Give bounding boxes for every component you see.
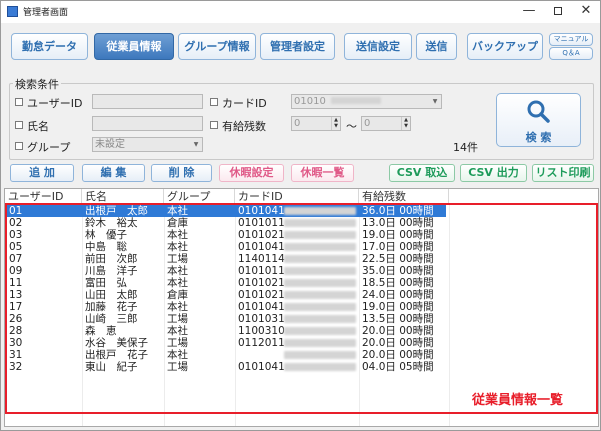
tab-group-info[interactable]: グループ情報: [178, 33, 256, 60]
holiday-list-button[interactable]: 休暇一覧: [291, 164, 354, 182]
column-header-group[interactable]: グループ: [164, 189, 235, 204]
csv-import-button[interactable]: CSV 取込: [389, 164, 455, 182]
manual-link[interactable]: マニュアル: [549, 33, 593, 46]
column-header-card-id[interactable]: カードID: [235, 189, 359, 204]
delete-button[interactable]: 削 除: [151, 164, 212, 182]
list-print-button[interactable]: リスト印刷: [532, 164, 594, 182]
search-button[interactable]: 検 索: [496, 93, 581, 147]
card-id-checkbox[interactable]: [210, 98, 218, 106]
card-id-value: 01010: [294, 96, 326, 107]
group-checkbox[interactable]: [15, 142, 23, 150]
employee-list-annotation: 従業員情報一覧: [472, 393, 564, 408]
title-bar: 管理者画面 — ✕: [1, 1, 600, 23]
add-button[interactable]: 追 加: [10, 164, 74, 182]
edit-button[interactable]: 編 集: [82, 164, 145, 182]
maximize-icon: [554, 7, 562, 15]
group-select[interactable]: 未設定 ▼: [92, 137, 203, 152]
range-separator: ～: [346, 120, 357, 133]
result-count: 14件: [453, 141, 478, 154]
maximize-button[interactable]: [544, 1, 572, 23]
paid-leave-to-value: 0: [364, 118, 371, 129]
tab-send-settings[interactable]: 送信設定: [344, 33, 412, 60]
search-conditions-title: 検索条件: [13, 76, 61, 92]
chevron-down-icon: ▼: [193, 141, 199, 148]
close-button[interactable]: ✕: [572, 1, 600, 23]
name-field[interactable]: [92, 116, 203, 131]
magnifier-icon: [527, 100, 550, 123]
card-id-label: カードID: [222, 97, 267, 110]
name-checkbox[interactable]: [15, 121, 23, 129]
employee-list-highlight: [5, 203, 598, 414]
holiday-setting-button[interactable]: 休暇設定: [219, 164, 284, 182]
paid-leave-to-stepper[interactable]: 0 ▲ ▼: [361, 116, 411, 131]
csv-export-button[interactable]: CSV 出力: [460, 164, 527, 182]
table-header: ユーザーID 氏名 グループ カードID 有給残数: [5, 189, 598, 204]
tab-backup[interactable]: バックアップ: [467, 33, 543, 60]
admin-window: 管理者画面 — ✕ 勤怠データ 従業員情報 グループ情報 管理者設定 送信設定 …: [0, 0, 601, 431]
card-id-select[interactable]: 01010 ▼: [291, 94, 442, 109]
user-id-field[interactable]: [92, 94, 203, 109]
column-header-name[interactable]: 氏名: [82, 189, 164, 204]
minimize-button[interactable]: —: [515, 1, 543, 23]
app-icon: [7, 6, 18, 17]
search-button-label: 検 索: [525, 131, 552, 144]
paid-leave-label: 有給残数: [222, 120, 266, 133]
column-header-paid-leave[interactable]: 有給残数: [359, 189, 449, 204]
tab-attendance-data[interactable]: 勤怠データ: [11, 33, 88, 60]
chevron-down-icon: ▼: [432, 98, 438, 105]
paid-leave-from-stepper[interactable]: 0 ▲ ▼: [291, 116, 341, 131]
column-header-user-id[interactable]: ユーザーID: [5, 189, 82, 204]
user-id-checkbox[interactable]: [15, 98, 23, 106]
user-id-label: ユーザーID: [27, 97, 83, 110]
tab-employee-info[interactable]: 従業員情報: [94, 33, 174, 60]
stepper-arrows-icon[interactable]: ▲ ▼: [401, 117, 410, 130]
group-label: グループ: [27, 141, 71, 154]
qa-link[interactable]: Q＆A: [549, 47, 593, 60]
window-title: 管理者画面: [23, 8, 69, 18]
group-select-value: 未設定: [95, 139, 125, 150]
masked-value: [331, 97, 381, 104]
name-label: 氏名: [27, 120, 49, 133]
tab-admin-settings[interactable]: 管理者設定: [260, 33, 335, 60]
paid-leave-from-value: 0: [294, 118, 301, 129]
stepper-arrows-icon[interactable]: ▲ ▼: [331, 117, 340, 130]
paid-leave-checkbox[interactable]: [210, 121, 218, 129]
tab-send[interactable]: 送信: [416, 33, 457, 60]
